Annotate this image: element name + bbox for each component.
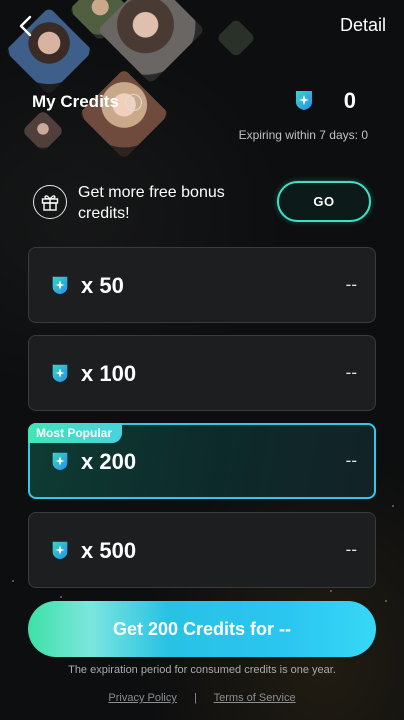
package-amount: x 100 <box>81 361 137 386</box>
gift-icon <box>33 185 67 219</box>
legal-links: Privacy Policy | Terms of Service <box>0 692 404 704</box>
bonus-text: Get more free bonus credits! <box>78 184 225 222</box>
back-button[interactable] <box>12 10 40 42</box>
credit-gem-icon <box>49 450 71 477</box>
credit-gem-icon <box>49 274 71 301</box>
purchase-button[interactable]: Get 200 Credits for -- <box>28 601 376 657</box>
package-price: -- <box>345 275 357 294</box>
link-separator: | <box>193 692 197 704</box>
sparkle <box>392 505 394 507</box>
sparkle <box>385 600 387 602</box>
go-button[interactable]: GO <box>277 181 371 222</box>
sparkle <box>330 590 332 592</box>
detail-link[interactable]: Detail <box>340 15 386 36</box>
credit-balance: 0 <box>343 88 356 113</box>
avatar-tile <box>78 68 170 160</box>
package-option-500[interactable]: x 500 -- <box>28 512 376 588</box>
credit-gem-icon <box>292 88 316 117</box>
privacy-policy-link[interactable]: Privacy Policy <box>108 692 176 704</box>
credit-gem-icon <box>49 539 71 566</box>
package-price: -- <box>345 363 357 382</box>
my-credits-heading: My Credits i <box>32 92 142 112</box>
sparkle <box>60 596 62 598</box>
package-amount: x 50 <box>81 273 124 298</box>
package-option-200[interactable]: Most Popular x 200 -- <box>28 423 376 499</box>
package-option-50[interactable]: x 50 -- <box>28 247 376 323</box>
package-amount: x 500 <box>81 538 137 563</box>
package-amount: x 200 <box>81 449 137 474</box>
info-icon[interactable]: i <box>124 93 142 111</box>
package-price: -- <box>345 451 357 470</box>
package-option-100[interactable]: x 100 -- <box>28 335 376 411</box>
expiring-text: Expiring within 7 days: 0 <box>238 128 368 142</box>
avatar-tile <box>21 109 65 153</box>
credits-screen: Detail My Credits i 0 Expiring within 7 … <box>0 0 404 720</box>
avatar-tile <box>97 0 205 84</box>
decorative-tile <box>216 18 256 58</box>
credit-gem-icon <box>49 362 71 389</box>
sparkle <box>12 580 14 582</box>
my-credits-label: My Credits <box>32 92 119 111</box>
chevron-left-icon <box>19 15 32 37</box>
package-price: -- <box>345 540 357 559</box>
most-popular-badge: Most Popular <box>28 423 123 443</box>
expiration-note: The expiration period for consumed credi… <box>68 664 336 676</box>
terms-of-service-link[interactable]: Terms of Service <box>214 692 296 704</box>
